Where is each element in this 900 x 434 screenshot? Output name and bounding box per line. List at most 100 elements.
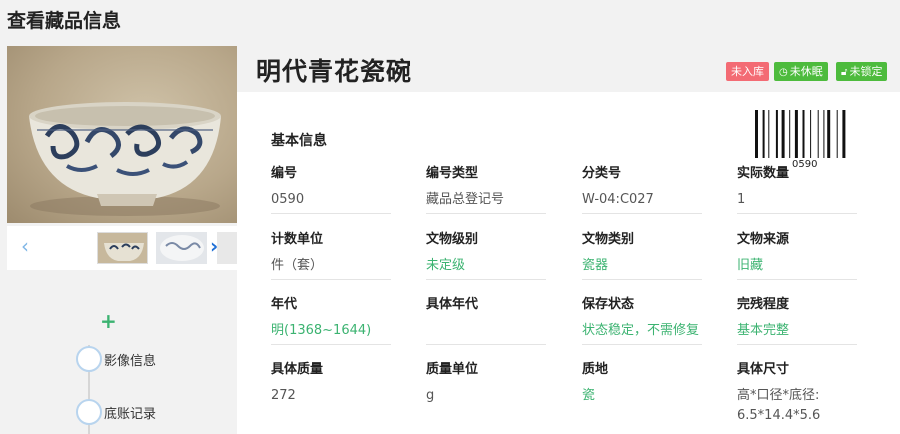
lock-icon: 🔓︎ (841, 67, 848, 78)
field-divider (271, 344, 391, 345)
sidebar-item-ledger-record[interactable]: 底账记录 (76, 399, 156, 425)
info-field: 文物级别 未定级 (426, 230, 546, 280)
info-field: 年代明(1368~1644) (271, 295, 391, 345)
barcode-bar (762, 110, 765, 158)
field-label: 完残程度 (737, 297, 790, 312)
field-value: 件（套） (271, 258, 324, 273)
info-field: 分类号 W-04:C027 (582, 164, 702, 214)
bowl-image (29, 102, 221, 216)
next-image-arrow[interactable]: › (210, 234, 218, 258)
field-label: 编号 (271, 166, 298, 181)
barcode-bar (794, 110, 798, 158)
field-value: 瓷 (582, 388, 596, 403)
field-divider (426, 279, 546, 280)
info-field: 质地瓷 (582, 360, 702, 406)
field-label: 具体年代 (426, 297, 479, 312)
field-value: 基本完整 (737, 323, 790, 338)
info-field: 保存状态状态稳定，不需修复 (582, 295, 702, 345)
field-divider (426, 213, 546, 214)
info-field: 完残程度 基本完整 (737, 295, 857, 345)
barcode (755, 110, 846, 158)
field-value: 272 (271, 388, 296, 403)
field-value: 瓷器 (582, 258, 609, 273)
barcode-bar (755, 110, 758, 158)
field-value: 高*口径*底径: 6.5*14.4*5.6 (737, 388, 821, 423)
sidebar-item-label: 底账记录 (104, 406, 157, 422)
field-value: g (426, 388, 435, 403)
barcode-bar (768, 110, 770, 158)
info-field: 具体年代 (426, 295, 546, 345)
field-divider (582, 213, 702, 214)
field-divider (426, 344, 546, 345)
field-label: 质地 (582, 362, 609, 377)
field-divider (582, 279, 702, 280)
thumbnail-1[interactable] (97, 232, 148, 264)
item-title: 明代青花瓷碗 (256, 57, 413, 86)
field-divider (582, 344, 702, 345)
status-badge-not-stored: 未入库 (726, 62, 769, 81)
page-title: 查看藏品信息 (7, 10, 122, 32)
barcode-bar (775, 110, 778, 158)
field-label: 年代 (271, 297, 298, 312)
thumbnail-strip: ‹ › (7, 226, 237, 270)
field-value: 状态稳定，不需修复 (582, 323, 700, 338)
field-label: 质量单位 (426, 362, 479, 377)
field-label: 文物类别 (582, 232, 635, 247)
field-divider (737, 344, 857, 345)
detail-panel: 明代青花瓷碗 未入库 ◷ 未休眠 🔓︎ 未锁定 基本信息 0590 编号 0590 编号… (237, 46, 900, 434)
clock-icon: ◷ (779, 67, 788, 78)
info-field: 实际数量 1 (737, 164, 857, 214)
bowl-interior-thumbnail-icon (160, 235, 204, 261)
field-value: 明(1368~1644) (271, 323, 372, 338)
info-field: 文物来源 旧藏 (737, 230, 857, 280)
info-field: 具体质量 272 (271, 360, 391, 406)
status-badge-not-dormant: ◷ 未休眠 (774, 62, 828, 81)
info-field: 计数单位件（套） (271, 230, 391, 280)
field-label: 保存状态 (582, 297, 635, 312)
add-icon[interactable]: + (100, 311, 117, 331)
field-value: 0590 (271, 192, 305, 207)
field-value: W-04:C027 (582, 192, 654, 207)
sidebar-item-label: 影像信息 (104, 353, 157, 369)
barcode-bar (802, 110, 805, 158)
barcode-bar (817, 110, 819, 158)
info-field: 具体尺寸高*口径*底径: 6.5*14.4*5.6 (737, 360, 857, 426)
timeline-dot-icon (76, 346, 102, 372)
info-field: 质量单位 g (426, 360, 546, 406)
panel-header: 明代青花瓷碗 未入库 ◷ 未休眠 🔓︎ 未锁定 (237, 46, 900, 92)
barcode-bar (810, 110, 812, 158)
field-label: 实际数量 (737, 166, 790, 181)
field-value: 未定级 (426, 258, 466, 273)
field-label: 文物级别 (426, 232, 479, 247)
field-divider (737, 279, 857, 280)
field-label: 计数单位 (271, 232, 324, 247)
field-label: 具体尺寸 (737, 362, 790, 377)
thumbnail-2[interactable] (156, 232, 207, 264)
bowl-thumbnail-icon (104, 243, 144, 261)
status-badge-not-locked: 🔓︎ 未锁定 (836, 62, 888, 81)
barcode-bar (823, 110, 825, 158)
barcode-bar (842, 110, 846, 158)
field-divider (271, 213, 391, 214)
thumbnail-3[interactable] (217, 232, 237, 264)
field-label: 编号类型 (426, 166, 479, 181)
field-value: 藏品总登记号 (426, 192, 505, 207)
field-value (426, 321, 546, 341)
main-photo (7, 46, 237, 223)
section-title: 基本信息 (271, 133, 327, 149)
field-value: 旧藏 (737, 258, 764, 273)
field-divider (271, 279, 391, 280)
field-label: 分类号 (582, 166, 622, 181)
field-label: 具体质量 (271, 362, 324, 377)
info-field: 编号类型藏品总登记号 (426, 164, 546, 214)
field-label: 文物来源 (737, 232, 790, 247)
prev-image-arrow[interactable]: ‹ (21, 234, 29, 258)
barcode-bar (789, 110, 791, 158)
sidebar-item-image-info[interactable]: 影像信息 (76, 346, 156, 372)
barcode-bar (827, 110, 831, 158)
barcode-bar (781, 110, 785, 158)
info-field: 编号 0590 (271, 164, 391, 214)
barcode-bar (836, 110, 838, 158)
field-value: 1 (737, 192, 746, 207)
timeline-dot-icon (76, 399, 102, 425)
